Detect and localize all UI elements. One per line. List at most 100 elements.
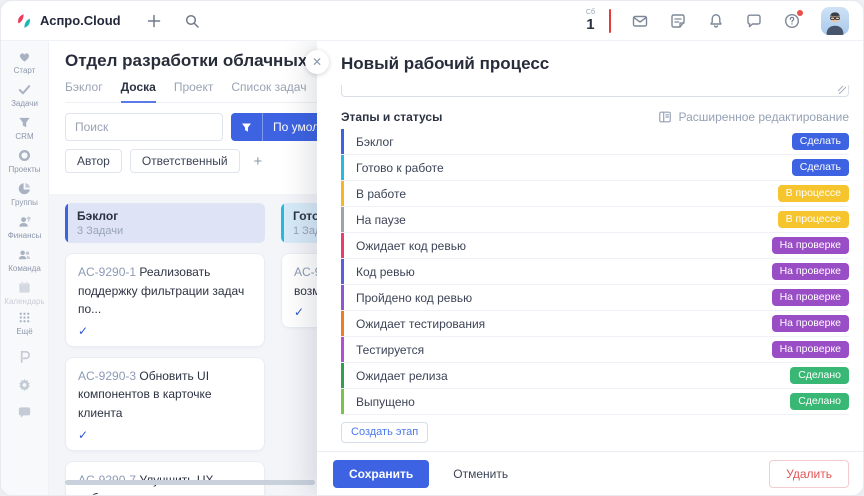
task-card[interactable]: AC-9290-7 Улучшить UX добавления задач с… xyxy=(65,461,265,496)
stage-name: Код ревью xyxy=(356,265,415,279)
filter-funnel-icon xyxy=(231,113,263,141)
status-badge[interactable]: Сделано xyxy=(790,367,849,384)
stage-row[interactable]: В работе В процессе xyxy=(341,181,849,207)
stage-row[interactable]: На паузе В процессе xyxy=(341,207,849,233)
bell-icon[interactable] xyxy=(707,12,725,30)
create-plus-icon[interactable] xyxy=(145,12,163,30)
stage-row[interactable]: Ожидает тестирования На проверке xyxy=(341,311,849,337)
notes-icon[interactable] xyxy=(669,12,687,30)
stage-color-bar xyxy=(341,129,344,154)
calendar-widget[interactable]: Сб 1 xyxy=(586,9,595,32)
p-logo-icon xyxy=(17,349,32,364)
task-card[interactable]: AC-9290-1 Реализовать поддержку фильтрац… xyxy=(65,253,265,347)
calendar-icon xyxy=(17,280,32,295)
status-badge[interactable]: На проверке xyxy=(772,315,849,332)
search-input[interactable] xyxy=(65,113,223,141)
sidebar-item-team[interactable]: Команда xyxy=(1,247,48,273)
tab-task-list[interactable]: Список задач xyxy=(231,80,306,103)
advanced-edit-link[interactable]: Расширенное редактирование xyxy=(658,110,849,124)
chip-assignee[interactable]: Ответственный xyxy=(130,149,240,173)
column-header: Бэклог 3 Задачи xyxy=(65,203,265,243)
modal-body: Этапы и статусы Расширенное редактирован… xyxy=(317,85,863,451)
status-badge[interactable]: На проверке xyxy=(772,341,849,358)
sidebar-item-finance[interactable]: Финансы xyxy=(1,214,48,240)
help-notification-dot xyxy=(797,10,803,16)
chip-author[interactable]: Автор xyxy=(65,149,122,173)
tab-backlog[interactable]: Бэклог xyxy=(65,80,103,103)
column-accent-bar xyxy=(281,203,284,243)
stage-name: Ожидает тестирования xyxy=(356,317,485,331)
status-badge[interactable]: В процессе xyxy=(778,211,849,228)
stage-color-bar xyxy=(341,181,344,206)
sidebar-chat[interactable] xyxy=(1,405,48,420)
calendar-weekday: Сб xyxy=(586,9,595,16)
stage-row[interactable]: Пройдено код ревью На проверке xyxy=(341,285,849,311)
status-badge[interactable]: В процессе xyxy=(778,185,849,202)
description-textarea[interactable] xyxy=(341,85,849,97)
status-badge[interactable]: На проверке xyxy=(772,289,849,306)
status-badge[interactable]: Сделано xyxy=(790,393,849,410)
modal-title: Новый рабочий процесс xyxy=(317,41,863,85)
sidebar-item-calendar[interactable]: Календарь xyxy=(1,280,48,306)
sidebar-item-start[interactable]: Старт xyxy=(1,49,48,75)
task-card[interactable]: AC-9290-3 Обновить UI компонентов в карт… xyxy=(65,357,265,451)
stage-color-bar xyxy=(341,155,344,180)
top-bar: Аспро.Cloud Сб 1 xyxy=(1,1,863,41)
user-avatar[interactable] xyxy=(821,7,849,35)
stage-row[interactable]: Выпущено Сделано xyxy=(341,389,849,415)
tab-board[interactable]: Доска xyxy=(121,80,156,103)
status-badge[interactable]: На проверке xyxy=(772,263,849,280)
stage-row[interactable]: Ожидает релиза Сделано xyxy=(341,363,849,389)
sidebar-settings[interactable] xyxy=(1,377,48,392)
stage-name: Бэклог xyxy=(356,135,394,149)
sidebar-item-projects[interactable]: Проекты xyxy=(1,148,48,174)
add-filter-icon[interactable]: + xyxy=(248,153,269,170)
horizontal-scrollbar[interactable] xyxy=(65,480,315,485)
brand-logo[interactable]: Аспро.Cloud xyxy=(15,12,121,30)
stage-row[interactable]: Готово к работе Сделать xyxy=(341,155,849,181)
column-count: 3 Задачи xyxy=(77,225,255,237)
stages-section-label: Этапы и статусы xyxy=(341,110,442,124)
ring-icon xyxy=(17,148,32,163)
stage-color-bar xyxy=(341,311,344,336)
column-name: Бэклог xyxy=(77,209,255,223)
create-stage-button[interactable]: Создать этап xyxy=(341,422,428,443)
sidebar-item-more[interactable]: Ещё xyxy=(1,310,48,336)
stage-color-bar xyxy=(341,337,344,362)
board-edit-icon xyxy=(658,110,672,124)
close-icon[interactable]: ✕ xyxy=(305,50,329,74)
status-badge[interactable]: Сделать xyxy=(792,133,849,150)
sidebar-item-groups[interactable]: Группы xyxy=(1,181,48,207)
check-icon xyxy=(17,82,32,97)
stage-name: На паузе xyxy=(356,213,406,227)
delete-button[interactable]: Удалить xyxy=(769,460,849,488)
app-window: Аспро.Cloud Сб 1 xyxy=(0,0,864,496)
stage-color-bar xyxy=(341,233,344,258)
mail-icon[interactable] xyxy=(631,12,649,30)
save-button[interactable]: Сохранить xyxy=(333,460,429,488)
chat-icon[interactable] xyxy=(745,12,763,30)
modal-footer: Сохранить Отменить Удалить xyxy=(317,451,863,495)
help-icon[interactable] xyxy=(783,12,801,30)
status-badge[interactable]: Сделать xyxy=(792,159,849,176)
sidebar: Старт Задачи CRM Проекты Группы Финансы xyxy=(1,41,49,496)
stage-row[interactable]: Бэклог Сделать xyxy=(341,129,849,155)
stage-color-bar xyxy=(341,389,344,414)
sidebar-app-p[interactable] xyxy=(1,349,48,364)
stage-row[interactable]: Тестируется На проверке xyxy=(341,337,849,363)
cancel-button[interactable]: Отменить xyxy=(453,467,508,481)
sidebar-item-tasks[interactable]: Задачи xyxy=(1,82,48,108)
workflow-modal: ✕ Новый рабочий процесс Этапы и статусы … xyxy=(317,41,863,495)
stage-row[interactable]: Ожидает код ревью На проверке xyxy=(341,233,849,259)
stage-row[interactable]: Код ревью На проверке xyxy=(341,259,849,285)
pie-icon xyxy=(17,181,32,196)
stage-color-bar xyxy=(341,207,344,232)
tab-project[interactable]: Проект xyxy=(174,80,214,103)
status-badge[interactable]: На проверке xyxy=(772,237,849,254)
search-icon[interactable] xyxy=(183,12,201,30)
column-accent-bar xyxy=(65,203,68,243)
aspro-logo-icon xyxy=(15,12,33,30)
people-icon xyxy=(17,247,32,262)
sidebar-item-crm[interactable]: CRM xyxy=(1,115,48,141)
gear-icon xyxy=(17,377,32,392)
